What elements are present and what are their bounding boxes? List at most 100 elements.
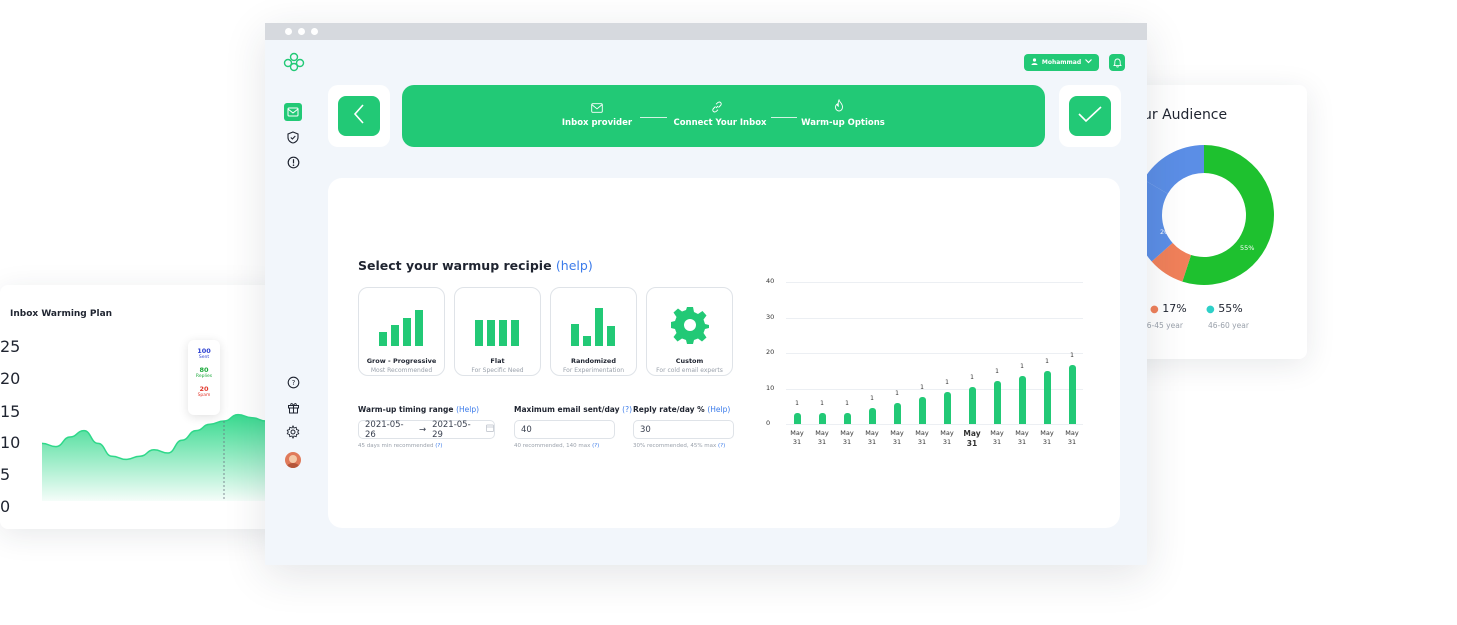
recipe-help-link[interactable]: (help)	[556, 258, 593, 273]
recipe-card-custom[interactable]: Custom For cold email experts	[646, 287, 733, 376]
y-tick: 15	[0, 402, 21, 421]
recipe-subtitle: Most Recommended	[370, 367, 433, 374]
y-tick: 5	[0, 465, 11, 484]
bar[interactable]	[1018, 376, 1026, 424]
alert-icon[interactable]	[284, 153, 302, 171]
bar-data-label: 1	[945, 379, 949, 387]
step-label[interactable]: Connect Your Inbox	[670, 118, 770, 128]
reply-rate-hint-link[interactable]: (?)	[718, 443, 725, 449]
recipe-name: Randomized	[571, 357, 616, 365]
bar[interactable]	[968, 386, 976, 424]
bar[interactable]	[1068, 365, 1076, 424]
bar[interactable]	[793, 413, 801, 424]
grid-line	[786, 388, 1083, 390]
step-label[interactable]: Inbox provider	[552, 118, 642, 128]
step-label[interactable]: Warm-up Options	[798, 118, 888, 128]
max-email-label-text: Maximum email sent/day	[514, 405, 620, 414]
x-tick-label: May 31	[790, 429, 804, 446]
confirm-nav-container	[1059, 85, 1121, 147]
legend-value: 55%	[1218, 302, 1243, 315]
max-email-label: Maximum email sent/day (?)	[514, 405, 632, 414]
tooltip-replies-label: Replies	[195, 374, 213, 379]
bar-data-label: 1	[1070, 352, 1074, 360]
recipe-name: Flat	[490, 357, 505, 365]
gift-icon[interactable]	[284, 398, 302, 416]
x-tick-label: May 31	[1015, 429, 1029, 446]
flame-icon	[834, 97, 844, 116]
bar[interactable]	[818, 413, 826, 424]
avatar[interactable]	[285, 452, 301, 468]
grid-line	[786, 353, 1083, 354]
back-button[interactable]	[338, 96, 380, 136]
reply-rate-input[interactable]: 30	[633, 420, 734, 439]
reply-rate-label: Reply rate/day % (Help)	[633, 405, 730, 414]
window-dot[interactable]	[311, 28, 318, 35]
stepper: Inbox provider Connect Your Inbox Warm-u…	[402, 85, 1045, 147]
mail-icon	[591, 98, 603, 117]
app-window: ? Mohammad Inbox provider Connect Your I…	[265, 23, 1147, 565]
legend-dot: ●	[1206, 304, 1215, 315]
tooltip-spam-value: 20	[199, 385, 209, 393]
bar-data-label: 1	[845, 400, 849, 408]
bar[interactable]	[943, 392, 951, 424]
max-email-input[interactable]: 40	[514, 420, 615, 439]
logo-icon[interactable]	[282, 52, 306, 76]
x-tick-label: May 31	[1065, 429, 1079, 446]
slice-label-20: 20%	[1160, 228, 1174, 236]
max-email-hint-link[interactable]: (?)	[592, 443, 599, 449]
x-tick-label: May 31	[840, 429, 854, 446]
start-date: 2021-05-26	[365, 419, 404, 440]
bar-data-label: 1	[870, 395, 874, 403]
reply-rate-label-text: Reply rate/day %	[633, 405, 705, 414]
bar[interactable]	[1043, 370, 1051, 424]
bar[interactable]	[843, 413, 851, 424]
window-dot[interactable]	[285, 28, 292, 35]
check-icon	[1077, 105, 1103, 127]
chevron-down-icon	[1085, 59, 1093, 66]
shield-check-icon[interactable]	[284, 128, 302, 146]
help-icon[interactable]: ?	[284, 373, 302, 391]
y-tick: 0	[0, 497, 11, 516]
bar[interactable]	[918, 397, 926, 424]
recipe-name: Grow - Progressive	[366, 357, 437, 365]
bar-data-label: 1	[895, 389, 899, 397]
range-arrow: →	[418, 424, 427, 435]
bars-random-icon	[571, 308, 617, 350]
mail-nav-icon[interactable]	[284, 103, 302, 121]
recipe-card-grow[interactable]: Grow - Progressive Most Recommended	[358, 287, 445, 376]
bar[interactable]	[893, 402, 901, 424]
timing-help-link[interactable]: (Help)	[456, 405, 479, 414]
x-tick-label: May 31	[915, 429, 929, 446]
recipe-card-randomized[interactable]: Randomized For Experimentation	[550, 287, 637, 376]
max-email-help-link[interactable]: (?)	[622, 405, 632, 414]
window-dot[interactable]	[298, 28, 305, 35]
recipe-card-flat[interactable]: Flat For Specific Need	[454, 287, 541, 376]
bar[interactable]	[868, 408, 876, 424]
svg-text:?: ?	[291, 379, 295, 387]
area-chart	[41, 413, 280, 501]
bar-data-label: 1	[1045, 357, 1049, 365]
step-connector	[771, 117, 797, 118]
bar-data-label: 1	[795, 400, 799, 408]
bell-icon	[1112, 53, 1122, 72]
confirm-button[interactable]	[1069, 96, 1111, 136]
calendar-icon[interactable]	[486, 424, 494, 435]
slice-label-55: 55%	[1240, 244, 1254, 252]
bars-rising-icon	[379, 310, 425, 350]
bar[interactable]	[993, 381, 1001, 424]
notification-bell-button[interactable]	[1109, 54, 1125, 71]
reply-rate-help-link[interactable]: (Help)	[707, 405, 730, 414]
bar-data-label: 1	[820, 400, 824, 408]
grid-line	[786, 317, 1083, 319]
timing-hint-link[interactable]: (?)	[435, 443, 442, 449]
x-tick-label: May 31	[940, 429, 954, 446]
x-tick-label: May 31	[1040, 429, 1054, 446]
user-menu-button[interactable]: Mohammad	[1024, 54, 1099, 71]
slice-label-17: 7%	[1146, 284, 1156, 290]
chevron-left-icon	[352, 103, 366, 129]
back-nav-container	[328, 85, 390, 147]
timing-hint-text: 45 days min recommended	[358, 443, 434, 449]
date-range-input[interactable]: 2021-05-26 → 2021-05-29	[358, 419, 495, 440]
settings-gear-icon[interactable]	[284, 423, 302, 441]
y-tick-label: 40	[766, 277, 775, 285]
